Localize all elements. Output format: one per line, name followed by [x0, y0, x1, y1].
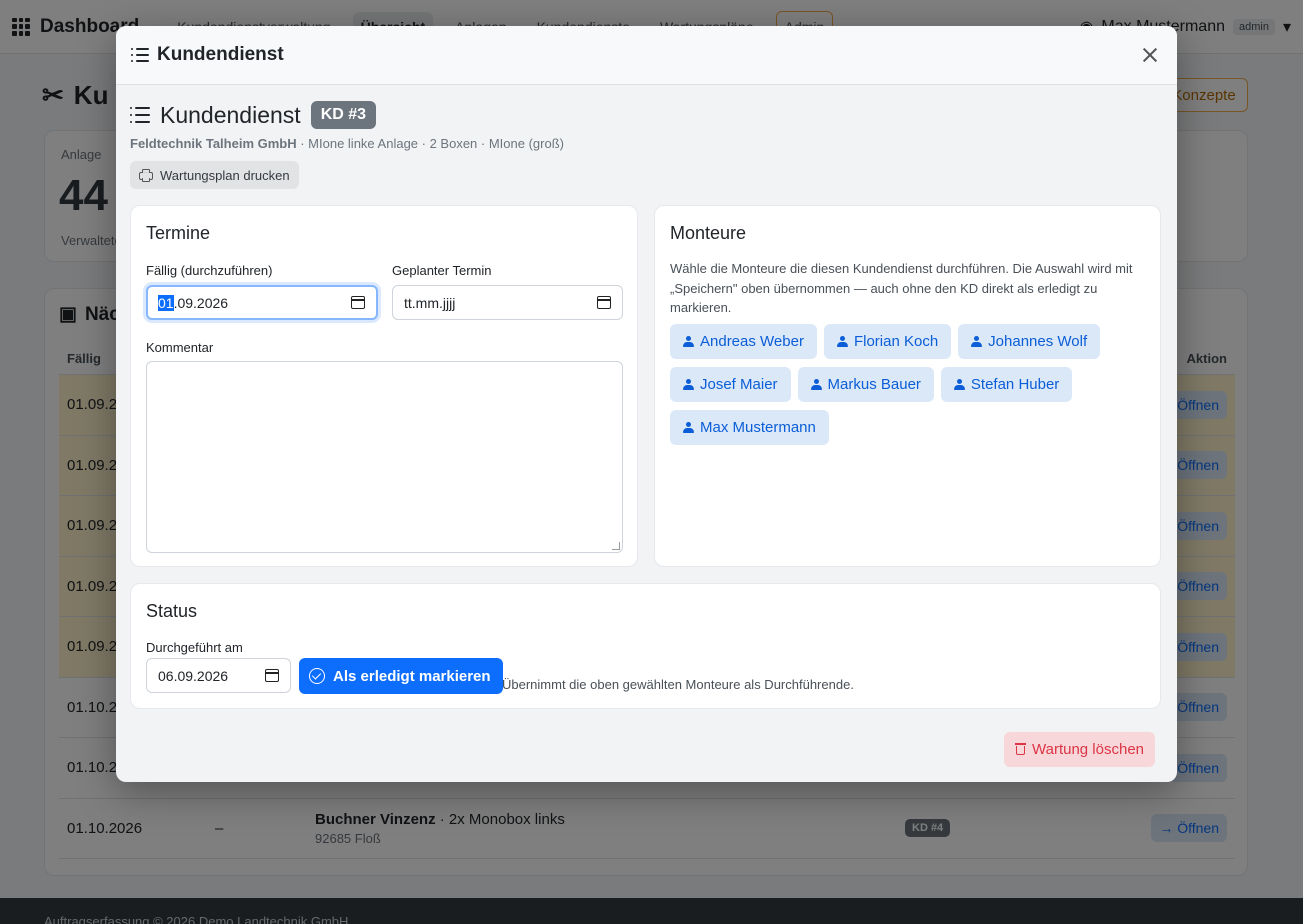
monteure-chips: Andreas Weber Florian Koch Johannes Wolf… [670, 324, 1150, 445]
list-icon [130, 107, 150, 123]
kd-meta: Feldtechnik Talheim GmbH · MIone linke A… [130, 136, 564, 151]
monteur-name: Johannes Wolf [988, 333, 1088, 350]
kd-title: Kundendienst [160, 101, 301, 128]
calendar-picker-icon[interactable] [597, 296, 611, 309]
calendar-picker-icon[interactable] [351, 296, 365, 309]
list-icon [131, 48, 149, 62]
kd-meta-details: · MIone linke Anlage · 2 Boxen · MIone (… [296, 136, 564, 151]
delete-maintenance-button[interactable]: Wartung löschen [1004, 732, 1156, 767]
kundendienst-modal: Kundendienst Kundendienst KD #3 Feldtech… [116, 26, 1177, 782]
planned-label: Geplanter Termin [392, 263, 492, 278]
close-button[interactable] [1138, 43, 1162, 67]
monteur-name: Markus Bauer [827, 376, 921, 393]
due-date-selected-segment: 01 [158, 294, 174, 311]
monteur-name: Andreas Weber [700, 333, 804, 350]
modal-header-title: Kundendienst [157, 44, 284, 65]
done-date-label: Durchgeführt am [146, 640, 243, 655]
modal-header: Kundendienst [116, 26, 1177, 85]
monteur-chip[interactable]: Markus Bauer [797, 367, 934, 402]
termine-heading: Termine [146, 223, 211, 243]
calendar-picker-icon[interactable] [265, 669, 279, 682]
person-icon [683, 336, 694, 347]
comment-textarea[interactable] [146, 361, 623, 553]
person-icon [836, 336, 848, 347]
monteur-name: Max Mustermann [700, 419, 816, 436]
monteur-chip[interactable]: Andreas Weber [670, 324, 817, 359]
print-plan-label: Wartungsplan drucken [160, 167, 290, 183]
monteur-chip[interactable]: Max Mustermann [670, 410, 829, 445]
person-icon [683, 422, 694, 433]
monteure-heading: Monteure [670, 223, 747, 243]
planned-date-placeholder: tt.mm.jjjj [404, 294, 456, 311]
due-label: Fällig (durchzuführen) [146, 263, 273, 278]
status-heading: Status [146, 601, 198, 621]
monteur-chip[interactable]: Florian Koch [823, 324, 952, 359]
check-circle-icon [309, 668, 325, 684]
print-plan-button[interactable]: Wartungsplan drucken [130, 161, 299, 189]
due-date-rest: .09.2026 [173, 294, 229, 311]
due-date-input[interactable]: 01.09.2026 [146, 285, 378, 320]
done-date-input[interactable]: 06.09.2026 [146, 658, 291, 693]
person-icon [971, 336, 983, 347]
monteur-name: Florian Koch [853, 333, 939, 350]
monteur-chip[interactable]: Josef Maier [670, 367, 791, 402]
monteur-chip[interactable]: Johannes Wolf [958, 324, 1101, 359]
done-date-value: 06.09.2026 [158, 667, 229, 684]
person-icon [810, 379, 822, 390]
printer-icon [139, 169, 153, 181]
customer-name: Feldtechnik Talheim GmbH [130, 136, 297, 151]
mark-done-button[interactable]: Als erledigt markieren [299, 658, 503, 694]
trash-icon [1015, 743, 1026, 756]
person-icon [953, 379, 965, 390]
comment-label: Kommentar [146, 340, 214, 355]
kd-number-badge: KD #3 [310, 101, 377, 129]
planned-date-input[interactable]: tt.mm.jjjj [392, 285, 623, 320]
mark-done-label: Als erledigt markieren [333, 667, 491, 685]
monteur-name: Stefan Huber [970, 376, 1060, 393]
monteur-name: Josef Maier [700, 376, 778, 393]
status-panel: Status Durchgeführt am 06.09.2026 Als er… [130, 583, 1161, 709]
monteure-description: Wähle die Monteure die diesen Kundendien… [670, 261, 1133, 315]
status-hint: Übernimmt die oben gewählten Monteure al… [502, 677, 854, 692]
monteure-panel: Monteure Wähle die Monteure die diesen K… [654, 205, 1161, 567]
person-icon [683, 379, 694, 390]
monteur-chip[interactable]: Stefan Huber [940, 367, 1073, 402]
kd-title-row: Kundendienst KD #3 [130, 101, 377, 129]
delete-label: Wartung löschen [1032, 741, 1145, 758]
termine-panel: Termine Fällig (durchzuführen) 01.09.202… [130, 205, 638, 567]
